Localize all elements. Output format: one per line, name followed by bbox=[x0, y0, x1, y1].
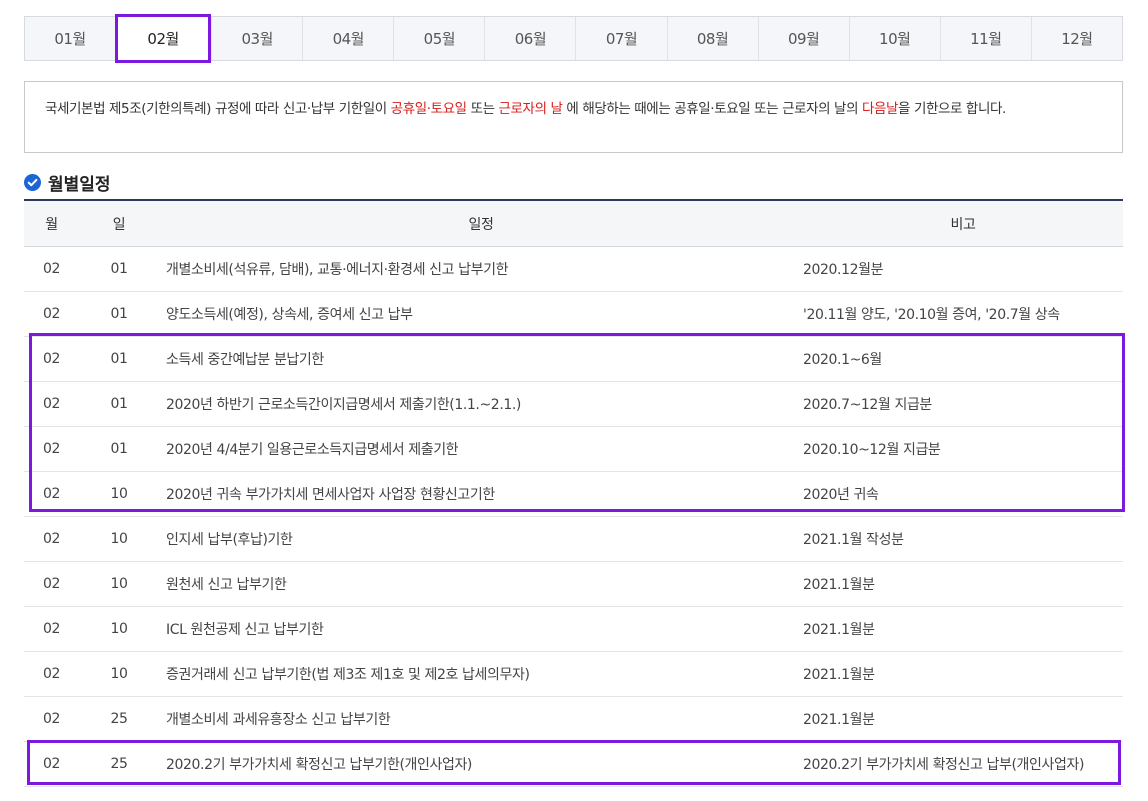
cell-day: 01 bbox=[110, 396, 128, 412]
cell-month: 02 bbox=[42, 666, 60, 682]
table-row: 02 10 인지세 납부(후납)기한 2021.1월 작성분 bbox=[24, 517, 1123, 562]
deadline-notice: 국세기본법 제5조(기한의특례) 규정에 따라 신고·납부 기한일이 공휴일·토… bbox=[24, 81, 1123, 153]
cell-month: 02 bbox=[42, 756, 60, 772]
tab-06[interactable]: 06월 bbox=[484, 17, 575, 60]
cell-note: 2020.12월분 bbox=[803, 262, 884, 278]
notice-text-1: 국세기본법 제5조(기한의특례) 규정에 따라 신고·납부 기한일이 bbox=[45, 101, 391, 117]
cell-month: 02 bbox=[42, 486, 60, 502]
cell-month: 02 bbox=[42, 531, 60, 547]
tab-11[interactable]: 11월 bbox=[939, 17, 1031, 60]
cell-day: 10 bbox=[110, 666, 128, 682]
notice-highlight-holiday: 공휴일·토요일 bbox=[390, 101, 467, 117]
cell-day: 01 bbox=[110, 441, 128, 457]
cell-day: 25 bbox=[110, 756, 128, 772]
cell-note: '20.11월 양도, '20.10월 증여, '20.7월 상속 bbox=[803, 307, 1060, 323]
table-row: 02 01 소득세 중간예납분 분납기한 2020.1~6월 bbox=[24, 337, 1123, 382]
check-circle-icon bbox=[24, 174, 41, 191]
cell-day: 10 bbox=[110, 621, 128, 637]
tab-02[interactable]: 02월 bbox=[115, 14, 212, 63]
header-day: 일 bbox=[112, 216, 126, 233]
monthly-schedule-table: 월 일 일정 비고 02 01 개별소비세(석유류, 담배), 교통·에너지·환… bbox=[24, 199, 1123, 787]
cell-note: 2020.7~12월 지급분 bbox=[803, 397, 932, 413]
cell-day: 10 bbox=[110, 576, 128, 592]
cell-day: 10 bbox=[110, 486, 128, 502]
header-schedule: 일정 bbox=[468, 216, 494, 233]
section-title: 월별일정 bbox=[24, 170, 111, 195]
cell-day: 10 bbox=[110, 531, 128, 547]
tab-03[interactable]: 03월 bbox=[211, 17, 302, 60]
cell-note: 2021.1월분 bbox=[803, 622, 875, 638]
cell-day: 01 bbox=[110, 306, 128, 322]
cell-schedule: 개별소비세(석유류, 담배), 교통·에너지·환경세 신고 납부기한 bbox=[166, 262, 509, 278]
table-row: 02 10 원천세 신고 납부기한 2021.1월분 bbox=[24, 562, 1123, 607]
cell-schedule: 2020년 하반기 근로소득간이지급명세서 제출기한(1.1.~2.1.) bbox=[166, 397, 521, 413]
cell-month: 02 bbox=[42, 351, 60, 367]
header-note: 비고 bbox=[950, 216, 976, 233]
cell-day: 01 bbox=[110, 351, 128, 367]
notice-text-3: 에 해당하는 때에는 공휴일·토요일 또는 근로자의 날의 bbox=[562, 101, 862, 117]
table-row: 02 01 양도소득세(예정), 상속세, 증여세 신고 납부 '20.11월 … bbox=[24, 292, 1123, 337]
cell-note: 2020.10~12월 지급분 bbox=[803, 442, 941, 458]
tab-08[interactable]: 08월 bbox=[666, 17, 758, 60]
table-row: 02 01 개별소비세(석유류, 담배), 교통·에너지·환경세 신고 납부기한… bbox=[24, 247, 1123, 292]
cell-month: 02 bbox=[42, 396, 60, 412]
header-month: 월 bbox=[45, 216, 58, 233]
cell-day: 01 bbox=[110, 261, 128, 277]
cell-month: 02 bbox=[42, 621, 60, 637]
cell-note: 2021.1월분 bbox=[803, 577, 875, 593]
section-title-text: 월별일정 bbox=[48, 175, 111, 195]
cell-month: 02 bbox=[42, 711, 60, 727]
cell-month: 02 bbox=[42, 576, 60, 592]
notice-text-2: 또는 bbox=[466, 101, 499, 117]
cell-note: 2021.1월분 bbox=[803, 712, 875, 728]
table-row: 02 25 개별소비세 과세유흥장소 신고 납부기한 2021.1월분 bbox=[24, 697, 1123, 742]
tab-10[interactable]: 10월 bbox=[848, 17, 940, 60]
tab-07[interactable]: 07월 bbox=[575, 17, 666, 60]
table-row: 02 10 2020년 귀속 부가가치세 면세사업자 사업장 현황신고기한 20… bbox=[24, 472, 1123, 517]
cell-schedule: 2020.2기 부가가치세 확정신고 납부기한(개인사업자) bbox=[166, 757, 472, 773]
cell-schedule: 원천세 신고 납부기한 bbox=[166, 577, 287, 593]
cell-schedule: 증권거래세 신고 납부기한(법 제3조 제1호 및 제2호 납세의무자) bbox=[166, 667, 530, 683]
month-tabs: 01월 02월 03월 04월 05월 06월 07월 08월 09월 10월 … bbox=[24, 14, 1123, 63]
table-row: 02 10 ICL 원천공제 신고 납부기한 2021.1월분 bbox=[24, 607, 1123, 652]
cell-schedule: 2020년 4/4분기 일용근로소득지급명세서 제출기한 bbox=[166, 442, 459, 458]
cell-month: 02 bbox=[42, 306, 60, 322]
notice-highlight-labor-day: 근로자의 날 bbox=[498, 101, 563, 117]
tab-05[interactable]: 05월 bbox=[393, 17, 484, 60]
table-row: 02 01 2020년 하반기 근로소득간이지급명세서 제출기한(1.1.~2.… bbox=[24, 382, 1123, 427]
cell-month: 02 bbox=[42, 441, 60, 457]
notice-highlight-next-day: 다음날 bbox=[861, 101, 899, 117]
cell-note: 2020.1~6월 bbox=[803, 352, 882, 368]
cell-schedule: 인지세 납부(후납)기한 bbox=[166, 532, 293, 548]
cell-month: 02 bbox=[42, 261, 60, 277]
tab-12[interactable]: 12월 bbox=[1030, 17, 1122, 60]
cell-note: 2021.1월 작성분 bbox=[803, 532, 904, 548]
tab-04[interactable]: 04월 bbox=[302, 17, 393, 60]
cell-schedule: 소득세 중간예납분 분납기한 bbox=[166, 352, 324, 368]
cell-schedule: 양도소득세(예정), 상속세, 증여세 신고 납부 bbox=[166, 307, 413, 323]
table-header-row: 월 일 일정 비고 bbox=[24, 201, 1123, 247]
cell-schedule: 개별소비세 과세유흥장소 신고 납부기한 bbox=[166, 712, 391, 728]
cell-note: 2021.1월분 bbox=[803, 667, 875, 683]
tab-09[interactable]: 09월 bbox=[757, 17, 849, 60]
cell-day: 25 bbox=[110, 711, 128, 727]
notice-text-4: 을 기한으로 합니다. bbox=[898, 101, 1006, 117]
tab-01[interactable]: 01월 bbox=[25, 17, 115, 60]
table-row: 02 25 2020.2기 부가가치세 확정신고 납부기한(개인사업자) 202… bbox=[24, 742, 1123, 787]
cell-note: 2020년 귀속 bbox=[803, 487, 879, 503]
cell-schedule: 2020년 귀속 부가가치세 면세사업자 사업장 현황신고기한 bbox=[166, 487, 495, 503]
table-row: 02 01 2020년 4/4분기 일용근로소득지급명세서 제출기한 2020.… bbox=[24, 427, 1123, 472]
cell-note: 2020.2기 부가가치세 확정신고 납부(개인사업자) bbox=[803, 757, 1085, 773]
table-row: 02 10 증권거래세 신고 납부기한(법 제3조 제1호 및 제2호 납세의무… bbox=[24, 652, 1123, 697]
cell-schedule: ICL 원천공제 신고 납부기한 bbox=[166, 622, 324, 638]
